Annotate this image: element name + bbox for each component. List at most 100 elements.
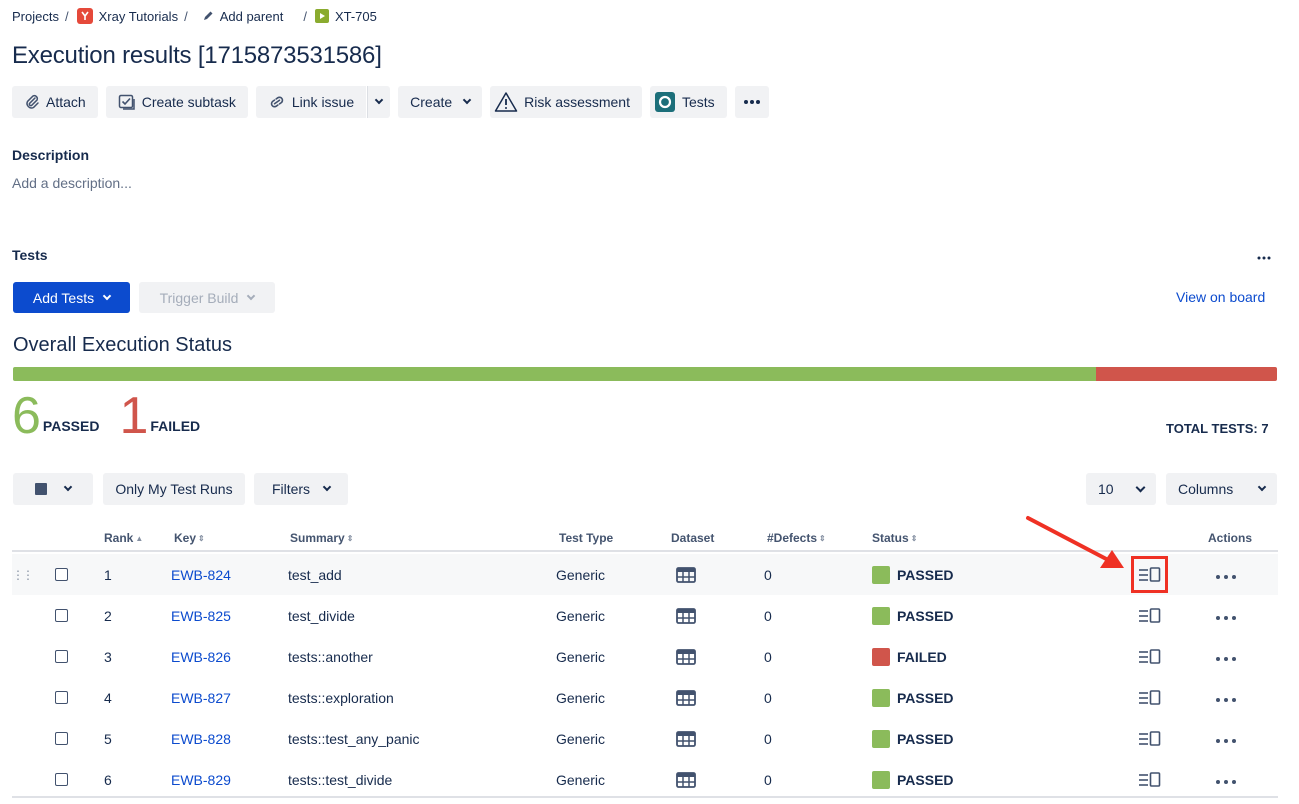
row-actions-button[interactable] [1215,759,1237,800]
row-checkbox[interactable] [55,718,68,759]
select-all-dropdown[interactable] [13,473,93,505]
row-status: PASSED [872,554,954,595]
more-actions-button[interactable] [734,86,769,118]
only-my-test-runs-button[interactable]: Only My Test Runs [103,473,245,505]
row-key-link[interactable]: EWB-827 [171,677,231,718]
more-dots-icon [1216,574,1236,579]
filters-button[interactable]: Filters [254,473,348,505]
link-issue-button[interactable]: Link issue [255,86,367,118]
execution-details-icon[interactable] [1138,677,1162,718]
row-defects: 0 [764,771,772,788]
breadcrumb-projects[interactable]: Projects [12,9,59,24]
row-actions-button[interactable] [1215,677,1237,718]
row-checkbox[interactable] [55,554,68,595]
risk-assessment-label: Risk assessment [524,94,630,110]
drag-handle-icon[interactable]: ⋮⋮ [12,554,34,595]
row-actions-button[interactable] [1215,636,1237,677]
row-key-link[interactable]: EWB-825 [171,595,231,636]
project-avatar-icon [76,8,93,24]
column-header-actions: Actions [1208,531,1252,545]
status-label: FAILED [897,648,947,665]
row-checkbox[interactable] [55,759,68,800]
row-rank: 1 [104,566,112,583]
sort-icon: ⇕ [819,533,826,543]
add-tests-label: Add Tests [32,289,95,306]
execution-details-icon[interactable] [1138,636,1162,677]
attach-button[interactable]: Attach [12,86,98,118]
execution-details-icon[interactable] [1138,595,1162,636]
row-rank: 6 [104,771,112,788]
table-row[interactable]: 5 EWB-828 tests::test_any_panic Generic … [12,718,1278,759]
row-test-type: Generic [556,607,606,624]
add-tests-button[interactable]: Add Tests [13,282,130,313]
column-header-key[interactable]: Key ⇕ [174,531,205,545]
chevron-down-icon [63,482,73,492]
view-on-board-link[interactable]: View on board [1176,289,1265,305]
column-header-rank[interactable]: Rank ▲ [104,531,143,545]
more-dots-icon [1216,656,1236,661]
dataset-icon[interactable] [676,595,696,636]
test-type-header-label: Test Type [559,531,614,545]
row-checkbox[interactable] [55,636,68,677]
issue-toolbar: Attach Create subtask Link issue Create … [12,86,769,118]
key-header-label: Key [174,531,197,545]
row-key-link[interactable]: EWB-824 [171,554,231,595]
row-key-link[interactable]: EWB-826 [171,636,231,677]
dataset-icon[interactable] [676,677,696,718]
table-row[interactable]: 3 EWB-826 tests::another Generic 0 FAILE… [12,636,1278,677]
table-row[interactable]: 6 EWB-829 tests::test_divide Generic 0 P… [12,759,1278,800]
row-actions-button[interactable] [1215,554,1237,595]
execution-details-icon[interactable] [1138,759,1162,800]
column-header-summary[interactable]: Summary ⇕ [290,531,353,545]
trigger-build-label: Trigger Build [159,289,239,306]
dataset-icon[interactable] [676,636,696,677]
row-checkbox[interactable] [55,677,68,718]
tests-button[interactable]: Tests [649,86,727,118]
dataset-icon[interactable] [676,759,696,800]
link-issue-label: Link issue [291,94,355,110]
description-field[interactable]: Add a description... [12,175,132,191]
table-row[interactable]: 4 EWB-827 tests::exploration Generic 0 P… [12,677,1278,718]
row-test-type: Generic [556,730,606,747]
row-key-link[interactable]: EWB-828 [171,718,231,759]
failed-label: FAILED [150,418,201,434]
risk-assessment-button[interactable]: Risk assessment [490,86,642,118]
column-header-status[interactable]: Status ⇕ [872,531,917,545]
columns-button[interactable]: Columns [1166,473,1277,505]
dataset-icon[interactable] [676,718,696,759]
row-summary: test_add [288,566,342,583]
execution-details-icon[interactable] [1138,718,1162,759]
progress-passed-segment [13,367,1097,381]
breadcrumb-project[interactable]: Xray Tutorials [76,8,178,24]
row-actions-button[interactable] [1215,718,1237,759]
row-status: PASSED [872,677,954,718]
xray-tests-icon [654,92,675,112]
more-dots-icon [1216,779,1236,784]
add-parent-link[interactable]: Add parent [202,9,283,24]
execution-progress-bar [13,367,1277,381]
status-label: PASSED [897,607,954,624]
status-counts: 6 PASSED 1 FAILED [12,390,220,442]
row-checkbox[interactable] [55,595,68,636]
chevron-down-icon [322,482,332,492]
column-header-defects[interactable]: #Defects ⇕ [767,531,826,545]
row-summary: test_divide [288,607,355,624]
dataset-icon[interactable] [676,554,696,595]
row-defects: 0 [764,689,772,706]
tests-more-button[interactable] [1257,247,1271,263]
row-actions-button[interactable] [1215,595,1237,636]
page-size-select[interactable]: 10 [1086,473,1156,505]
create-button[interactable]: Create [398,86,483,118]
table-row[interactable]: 2 EWB-825 test_divide Generic 0 PASSED [12,595,1278,636]
row-key-link[interactable]: EWB-829 [171,759,231,800]
trigger-build-button[interactable]: Trigger Build [139,282,275,313]
sort-icon: ⇕ [346,533,354,543]
breadcrumb-issue[interactable]: XT-705 [314,9,377,24]
row-rank: 3 [104,648,112,665]
link-issue-dropdown-button[interactable] [367,86,391,118]
status-color-box [872,729,890,748]
chevron-down-icon [1135,482,1146,492]
more-dots-icon [1216,615,1236,620]
create-subtask-button[interactable]: Create subtask [105,86,248,118]
breadcrumb-separator: / [64,8,69,24]
